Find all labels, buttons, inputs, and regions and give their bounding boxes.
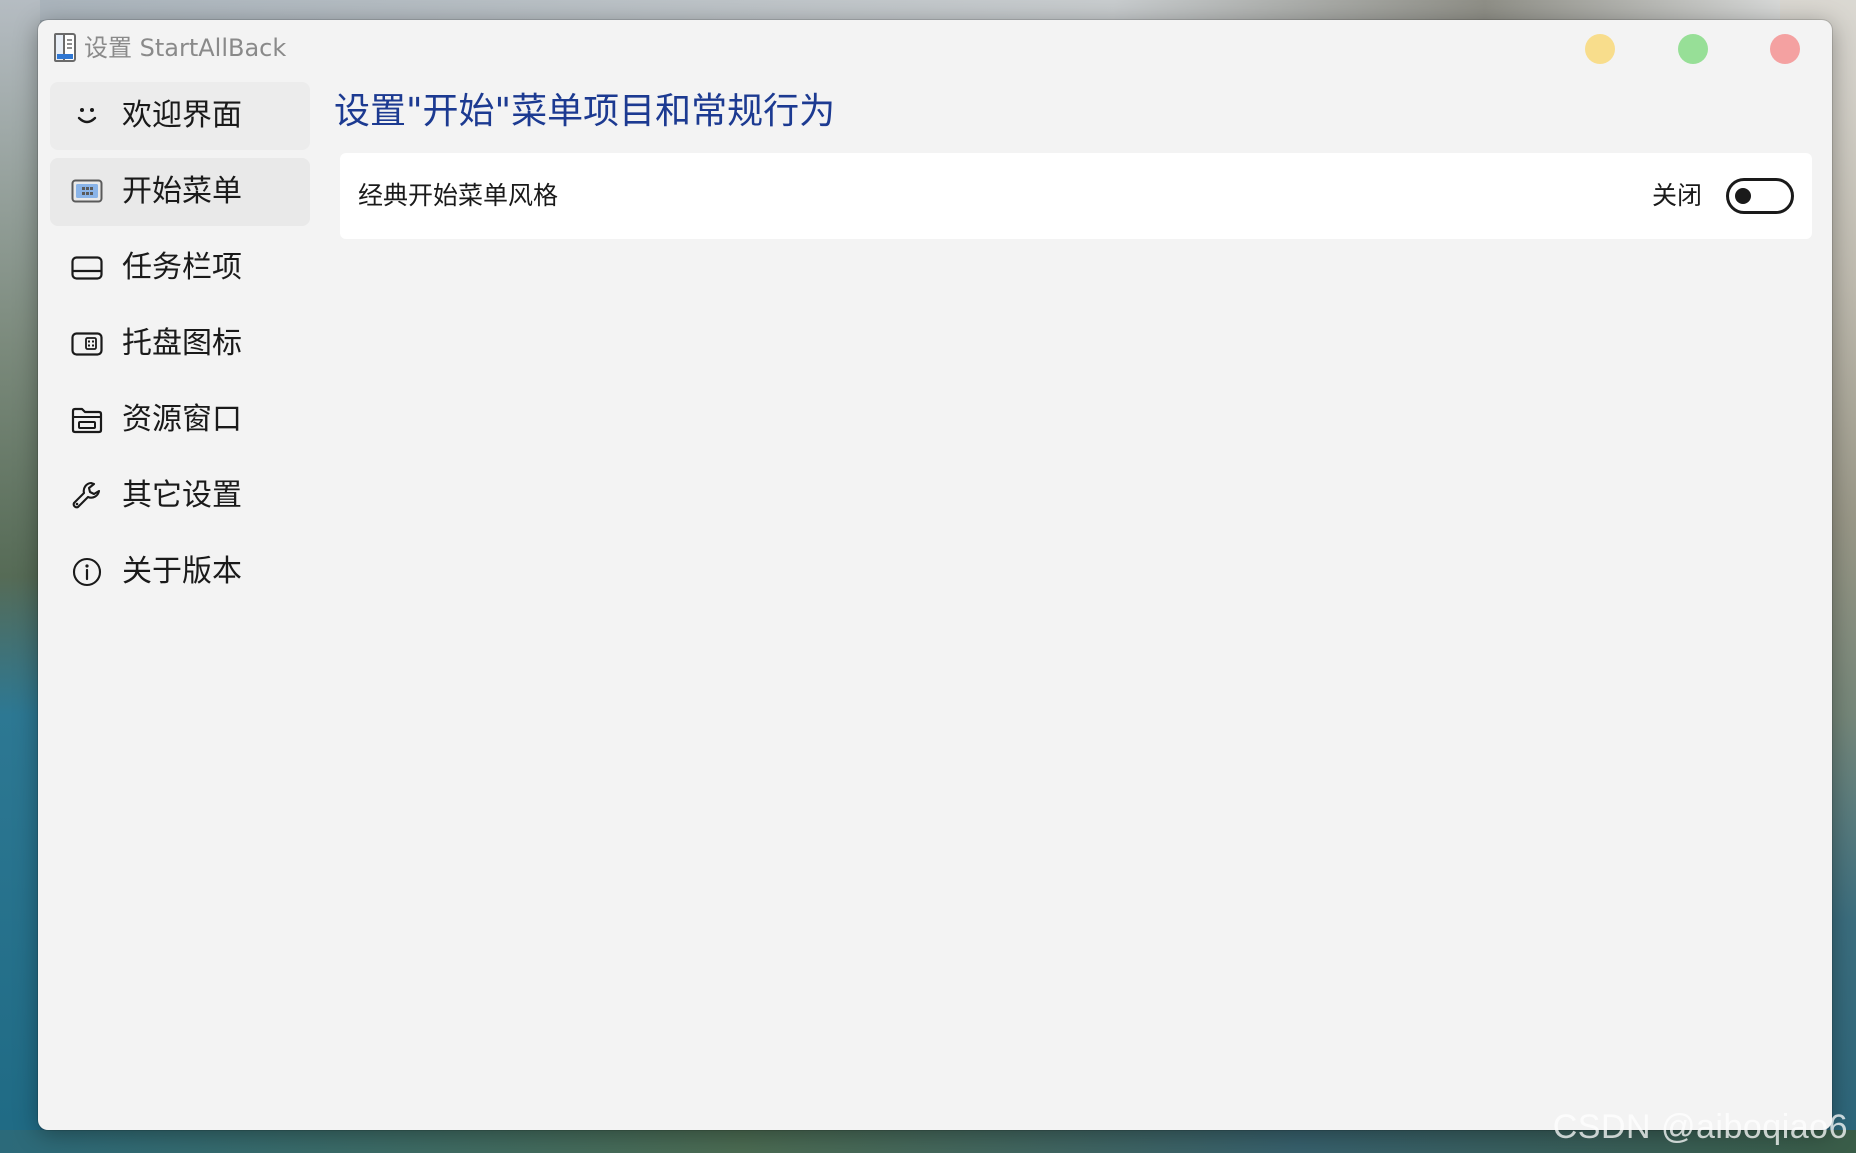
sidebar-item-label: 欢迎界面 — [122, 98, 242, 133]
sidebar-nav: 欢迎界面 开始菜单 任务栏项 托盘图标 资源窗口 其它设置 关于版本 — [50, 82, 310, 614]
classic-start-menu-toggle[interactable] — [1726, 178, 1794, 214]
folder-icon — [70, 403, 104, 437]
sidebar-item-label: 资源窗口 — [122, 402, 242, 437]
settings-window: 设置 StartAllBack 欢迎界面 开始菜单 任务栏项 托盘图标 资源窗口… — [38, 20, 1832, 1130]
startallback-app-icon — [52, 32, 78, 64]
sidebar-item-label: 开始菜单 — [122, 174, 242, 209]
sidebar-item-explorer[interactable]: 资源窗口 — [50, 386, 310, 454]
sidebar-item-about[interactable]: 关于版本 — [50, 538, 310, 606]
toggle-knob — [1735, 188, 1751, 204]
sidebar-item-label: 其它设置 — [122, 478, 242, 513]
sidebar-item-label: 关于版本 — [122, 554, 242, 589]
sidebar-item-start-menu[interactable]: 开始菜单 — [50, 158, 310, 226]
info-icon — [70, 555, 104, 589]
maximize-button[interactable] — [1678, 34, 1708, 64]
desktop-background-top — [0, 0, 1856, 20]
close-button[interactable] — [1770, 34, 1800, 64]
taskbar-icon — [70, 251, 104, 285]
wrench-icon — [70, 479, 104, 513]
tray-icon — [70, 327, 104, 361]
sidebar-item-taskbar[interactable]: 任务栏项 — [50, 234, 310, 302]
smile-icon — [70, 99, 104, 133]
desktop-background-left — [0, 0, 40, 1153]
title-bar[interactable]: 设置 StartAllBack — [38, 20, 1832, 76]
page-title: 设置"开始"菜单项目和常规行为 — [334, 91, 836, 132]
start-menu-icon — [70, 175, 104, 209]
sidebar-item-label: 托盘图标 — [122, 326, 242, 361]
setting-label: 经典开始菜单风格 — [358, 181, 559, 210]
window-title: 设置 StartAllBack — [84, 34, 287, 62]
setting-card-classic-start-menu: 经典开始菜单风格 关闭 — [340, 153, 1812, 239]
sidebar-item-label: 任务栏项 — [122, 250, 242, 285]
watermark-text: CSDN @aiboqiao6 — [1552, 1108, 1848, 1146]
sidebar-item-other-settings[interactable]: 其它设置 — [50, 462, 310, 530]
sidebar-item-welcome[interactable]: 欢迎界面 — [50, 82, 310, 150]
sidebar-item-tray[interactable]: 托盘图标 — [50, 310, 310, 378]
minimize-button[interactable] — [1585, 34, 1615, 64]
toggle-state-label: 关闭 — [1651, 181, 1702, 210]
